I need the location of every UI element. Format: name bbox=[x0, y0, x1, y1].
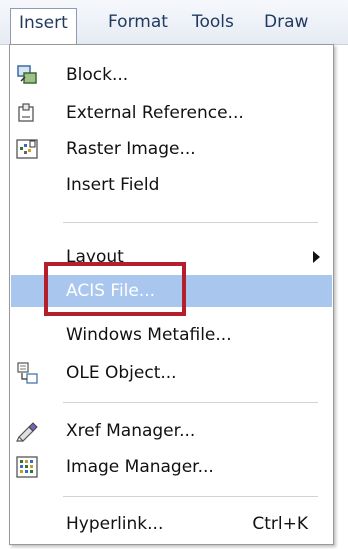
menu-item-label: Hyperlink... bbox=[66, 514, 164, 534]
ole-object-icon bbox=[17, 362, 38, 384]
menu-item-label: Xref Manager... bbox=[66, 421, 196, 441]
menu-item-label: Image Manager... bbox=[66, 457, 214, 477]
menu-tools[interactable]: Tools bbox=[184, 8, 242, 36]
menu-item-windows-metafile[interactable]: Windows Metafile... bbox=[11, 319, 332, 351]
menu-item-label: Insert Field bbox=[66, 175, 160, 195]
menu-item-insert-field[interactable]: Insert Field bbox=[11, 169, 332, 201]
menu-item-external-reference[interactable]: External Reference... bbox=[11, 97, 332, 129]
highlight-callout-box bbox=[44, 262, 186, 316]
external-reference-icon bbox=[18, 103, 34, 122]
menu-item-hyperlink[interactable]: Hyperlink... Ctrl+K bbox=[11, 508, 332, 540]
raster-image-icon bbox=[16, 139, 38, 159]
shortcut-label: Ctrl+K bbox=[252, 514, 308, 534]
block-icon bbox=[17, 65, 37, 84]
menu-draw[interactable]: Draw bbox=[256, 8, 316, 36]
menu-item-block[interactable]: Block... bbox=[11, 59, 332, 91]
menu-separator bbox=[63, 222, 318, 223]
image-manager-icon bbox=[16, 456, 38, 478]
menu-item-label: Raster Image... bbox=[66, 139, 196, 159]
menu-separator bbox=[63, 402, 318, 403]
menu-item-image-manager[interactable]: Image Manager... bbox=[11, 451, 332, 483]
menu-item-label: External Reference... bbox=[66, 103, 244, 123]
xref-manager-icon bbox=[16, 422, 38, 442]
menu-item-label: OLE Object... bbox=[66, 363, 177, 383]
menu-item-label: Windows Metafile... bbox=[66, 325, 232, 345]
submenu-arrow-icon bbox=[313, 251, 320, 263]
menu-bar: Insert Format Tools Draw bbox=[0, 0, 348, 45]
menu-item-label: Block... bbox=[66, 65, 129, 85]
menu-separator bbox=[63, 496, 318, 497]
menu-item-ole-object[interactable]: OLE Object... bbox=[11, 357, 332, 389]
menu-item-raster-image[interactable]: Raster Image... bbox=[11, 133, 332, 165]
menu-item-xref-manager[interactable]: Xref Manager... bbox=[11, 415, 332, 447]
menu-format[interactable]: Format bbox=[100, 8, 176, 36]
menu-insert[interactable]: Insert bbox=[10, 8, 77, 45]
